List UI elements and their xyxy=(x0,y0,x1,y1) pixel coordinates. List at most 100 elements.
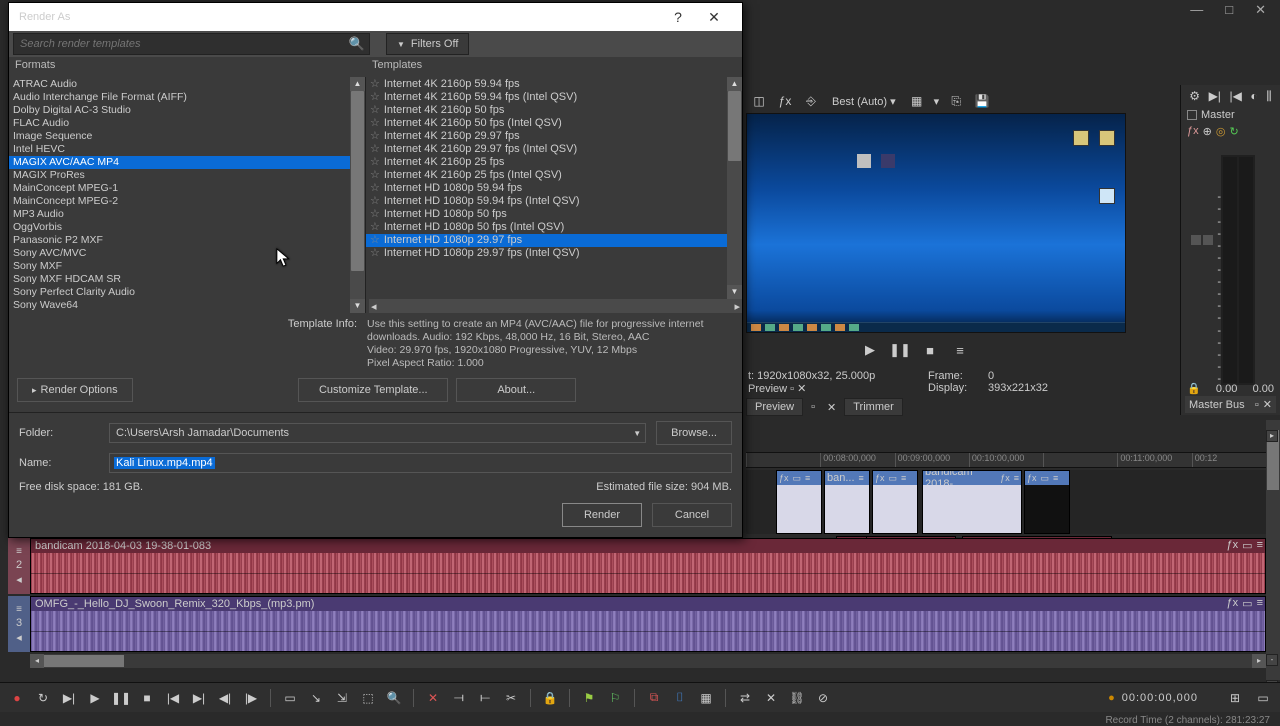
quantize-icon[interactable]: ▦ xyxy=(697,689,715,707)
sliders-icon[interactable]: ⫼ xyxy=(1266,89,1272,104)
save-icon[interactable]: 💾 xyxy=(973,92,991,110)
fx-icon[interactable]: ƒx xyxy=(1227,539,1239,552)
win-minimize[interactable]: — xyxy=(1190,2,1203,22)
magnify-icon[interactable]: 🔍 xyxy=(385,689,403,707)
video-clip[interactable]: ƒx▭≡ xyxy=(872,470,918,534)
format-item[interactable]: MainConcept MPEG-2 xyxy=(9,195,365,208)
search-field[interactable] xyxy=(20,38,363,50)
snap-icon[interactable]: ⧉ xyxy=(645,689,663,707)
format-item[interactable]: Audio Interchange File Format (AIFF) xyxy=(9,91,365,104)
format-item[interactable]: MainConcept MPEG-1 xyxy=(9,182,365,195)
fx-icon[interactable]: ƒx xyxy=(875,473,885,483)
prev-frame-button[interactable]: ◀| xyxy=(216,689,234,707)
format-item[interactable]: Sony Wave64 xyxy=(9,299,365,312)
close-icon[interactable]: ✕ xyxy=(823,401,840,414)
browse-button[interactable]: Browse... xyxy=(656,421,732,445)
template-item[interactable]: ☆Internet 4K 2160p 29.97 fps (Intel QSV) xyxy=(366,143,742,156)
format-item[interactable]: Dolby Digital AC-3 Studio xyxy=(9,104,365,117)
close-icon[interactable]: ✕ xyxy=(1263,398,1272,411)
star-icon[interactable]: ☆ xyxy=(370,78,380,91)
video-clip[interactable]: bandicam 2018-...ƒx≡ xyxy=(922,470,1022,534)
add-track-icon[interactable]: ⊞ xyxy=(1226,689,1244,707)
zoom-out-icon[interactable]: - xyxy=(1266,654,1278,666)
format-item[interactable]: OggVorbis xyxy=(9,221,365,234)
star-icon[interactable]: ☆ xyxy=(370,104,380,117)
chevron-left-icon[interactable]: ◂ xyxy=(16,573,22,586)
star-icon[interactable]: ☆ xyxy=(370,117,380,130)
video-clip[interactable]: ƒx▭≡ xyxy=(776,470,822,534)
pause-button[interactable]: ❚❚ xyxy=(112,689,130,707)
star-icon[interactable]: ☆ xyxy=(370,169,380,182)
go-start-button[interactable]: |◀ xyxy=(164,689,182,707)
gear-icon[interactable]: ⚙ xyxy=(1189,89,1200,103)
prev-icon[interactable]: ▶| xyxy=(1209,89,1221,103)
normal-edit-icon[interactable]: ▭ xyxy=(281,689,299,707)
split-icon[interactable]: ◫ xyxy=(750,92,768,110)
timeline-ruler[interactable]: 00:08:00,00000:09:00,00000:10:00,00000:1… xyxy=(746,452,1266,468)
video-clip[interactable]: ban...≡ xyxy=(824,470,870,534)
template-item[interactable]: ☆Internet HD 1080p 50 fps xyxy=(366,208,742,221)
template-item[interactable]: ☆Internet HD 1080p 29.97 fps (Intel QSV) xyxy=(366,247,742,260)
scrollbar[interactable]: ▲▼ ◂▸ xyxy=(727,77,742,313)
star-icon[interactable]: ☆ xyxy=(370,143,380,156)
star-icon[interactable]: ☆ xyxy=(370,182,380,195)
format-item[interactable]: Image Sequence xyxy=(9,130,365,143)
filters-button[interactable]: ▼Filters Off xyxy=(386,33,469,55)
chevron-left-icon[interactable]: ◂ xyxy=(16,631,22,644)
star-icon[interactable]: ☆ xyxy=(370,130,380,143)
customize-template-button[interactable]: Customize Template... xyxy=(298,378,448,402)
render-options-button[interactable]: Render Options xyxy=(17,378,133,402)
timeline-vertical-scrollbar[interactable] xyxy=(1266,420,1280,680)
loop-icon[interactable]: ↻ xyxy=(1229,125,1238,138)
copy-icon[interactable]: ⎘ xyxy=(947,92,965,110)
record-button[interactable]: ● xyxy=(8,689,26,707)
audio-clip[interactable]: OMFG_-_Hello_DJ_Swoon_Remix_320_Kbps_(mp… xyxy=(30,596,1266,652)
fx-icon[interactable]: ƒx xyxy=(779,473,789,483)
stop-button[interactable]: ■ xyxy=(138,689,156,707)
template-item[interactable]: ☆Internet HD 1080p 59.94 fps (Intel QSV) xyxy=(366,195,742,208)
template-item[interactable]: ☆Internet 4K 2160p 50 fps (Intel QSV) xyxy=(366,117,742,130)
delete-icon[interactable]: ✕ xyxy=(424,689,442,707)
out-icon[interactable]: ⎆ xyxy=(802,92,820,110)
fx-icon[interactable]: ƒx xyxy=(1000,473,1010,483)
about-button[interactable]: About... xyxy=(456,378,576,402)
autocross-icon[interactable]: ✕ xyxy=(762,689,780,707)
win-close[interactable]: ✕ xyxy=(1255,2,1266,22)
template-item[interactable]: ☆Internet 4K 2160p 50 fps xyxy=(366,104,742,117)
template-item[interactable]: ☆Internet HD 1080p 29.97 fps xyxy=(366,234,742,247)
format-item[interactable]: Sony MXF HDCAM SR xyxy=(9,273,365,286)
fx-icon[interactable]: ƒx xyxy=(1227,597,1239,610)
next-icon[interactable]: |◀ xyxy=(1229,89,1241,103)
track-menu-icon[interactable]: ≡ xyxy=(16,604,22,615)
star-icon[interactable]: ☆ xyxy=(370,156,380,169)
ignore-icon[interactable]: ⊘ xyxy=(814,689,832,707)
ring-icon[interactable]: ◎ xyxy=(1216,125,1226,138)
video-clip[interactable]: ƒx▭≡ xyxy=(1024,470,1070,534)
menu-icon[interactable]: ≡ xyxy=(1257,539,1263,552)
settings-icon[interactable]: ▭ xyxy=(1254,689,1272,707)
format-item[interactable]: Sony Perfect Clarity Audio xyxy=(9,286,365,299)
fx-icon[interactable]: ƒx xyxy=(776,92,794,110)
lock-icon[interactable]: 🔒 xyxy=(541,689,559,707)
format-item[interactable]: Panasonic P2 MXF xyxy=(9,234,365,247)
dim-icon[interactable]: ◐ xyxy=(1250,89,1257,103)
format-item[interactable]: Sony MXF xyxy=(9,260,365,273)
format-item[interactable]: MP3 Audio xyxy=(9,208,365,221)
filename-input[interactable]: Kali Linux.mp4.mp4 xyxy=(109,453,732,473)
split-icon[interactable]: ✂ xyxy=(502,689,520,707)
star-icon[interactable]: ☆ xyxy=(370,208,380,221)
undock-icon[interactable]: ▫ xyxy=(807,401,819,413)
template-item[interactable]: ☆Internet HD 1080p 50 fps (Intel QSV) xyxy=(366,221,742,234)
region-icon[interactable]: ⚐ xyxy=(606,689,624,707)
tool-icon[interactable]: ⬚ xyxy=(359,689,377,707)
help-button[interactable]: ? xyxy=(660,9,696,25)
autoripple-icon[interactable]: ⇄ xyxy=(736,689,754,707)
tool-icon[interactable]: ⇲ xyxy=(333,689,351,707)
play-button[interactable]: ▶ xyxy=(86,689,104,707)
formats-list[interactable]: ATRAC AudioAudio Interchange File Format… xyxy=(9,77,366,313)
format-item[interactable]: MAGIX AVC/AAC MP4 xyxy=(9,156,365,169)
cancel-button[interactable]: Cancel xyxy=(652,503,732,527)
templates-list[interactable]: ☆Internet 4K 2160p 59.94 fps☆Internet 4K… xyxy=(366,77,742,313)
template-item[interactable]: ☆Internet HD 1080p 59.94 fps xyxy=(366,182,742,195)
close-button[interactable]: ✕ xyxy=(696,9,732,26)
